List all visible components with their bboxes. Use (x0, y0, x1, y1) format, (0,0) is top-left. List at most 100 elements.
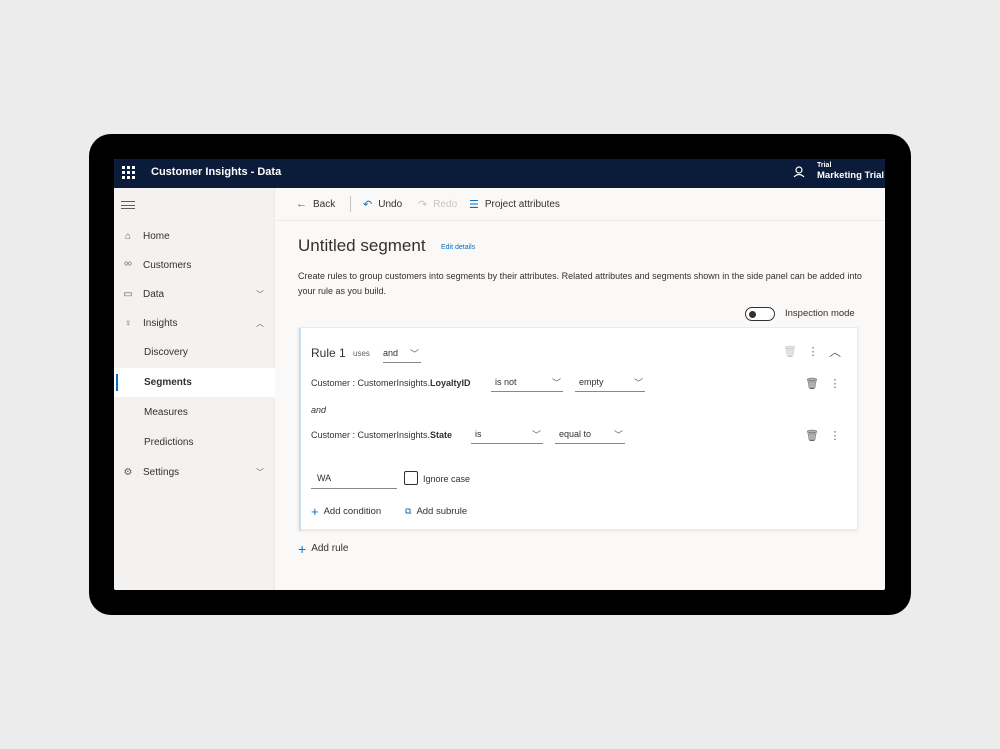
customers-icon: ᵒᵒ (124, 260, 132, 271)
plus-icon: + (311, 503, 319, 519)
condition-more-icon[interactable]: ⋮ (829, 378, 841, 390)
condition-value-dropdown[interactable]: empty ﹀ (575, 377, 645, 392)
inspection-mode-label: Inspection mode (785, 308, 855, 319)
add-subrule-button[interactable]: ⧉ Add subrule (405, 506, 467, 517)
sidebar-item-label: Settings (143, 467, 180, 478)
app-title: Customer Insights - Data (151, 166, 282, 178)
sidebar-item-predictions[interactable]: Predictions (114, 428, 275, 457)
add-condition-label: Add condition (323, 506, 382, 517)
sidebar-item-label: Insights (143, 318, 178, 329)
project-attributes-label: Project attributes (484, 199, 560, 210)
condition-value: equal to (559, 429, 592, 439)
home-icon: ⌂ (124, 231, 132, 242)
sidebar-item-label: Customers (143, 260, 192, 271)
project-attributes-button[interactable]: ☰ Project attributes (469, 198, 560, 211)
redo-icon: ↷ (418, 199, 428, 211)
sidebar-item-label: Segments (144, 377, 192, 388)
delete-condition-icon[interactable]: 🗑 (805, 378, 819, 390)
rule-title: Rule 1 (311, 346, 346, 360)
sidebar-item-settings[interactable]: ⚙ Settings ﹀ (114, 458, 275, 487)
condition-operator-dropdown[interactable]: is not ﹀ (491, 377, 563, 392)
gear-icon: ⚙ (123, 467, 133, 478)
add-condition-button[interactable]: + Add condition (311, 503, 382, 519)
condition-operator-value: is (475, 429, 482, 439)
undo-label: Undo (378, 199, 403, 210)
arrow-left-icon: ← (296, 198, 307, 210)
environment-icon[interactable] (792, 165, 806, 179)
command-bar: ← Back ↶ Undo ↷ Redo ☰ Project attribute… (276, 188, 885, 221)
main-content: Untitled segment Edit details Create rul… (276, 222, 885, 590)
condition-operator-dropdown[interactable]: is ﹀ (471, 429, 543, 444)
app-launcher-icon[interactable] (120, 164, 136, 180)
ignore-case-label: Ignore case (423, 474, 471, 484)
delete-rule-icon[interactable]: 🗑 (783, 346, 797, 358)
chevron-down-icon: ﹀ (256, 290, 264, 299)
condition-value-dropdown[interactable]: equal to ﹀ (555, 429, 625, 444)
toolbar-divider (350, 196, 351, 212)
lightbulb-icon: ♀ (124, 318, 132, 329)
chevron-down-icon: ﹀ (531, 430, 541, 440)
more-options-icon[interactable]: ⋮ (807, 346, 819, 358)
sidebar-item-insights[interactable]: ♀ Insights ︿ (114, 309, 275, 338)
sidebar-item-segments[interactable]: Segments (114, 368, 275, 397)
undo-icon: ↶ (363, 199, 373, 211)
page-title: Untitled segment (298, 236, 426, 255)
subrule-icon: ⧉ (405, 506, 412, 516)
sidebar-item-home[interactable]: ⌂ Home (114, 222, 275, 251)
page-description: Create rules to group customers into seg… (298, 271, 862, 296)
back-button[interactable]: ← Back (296, 198, 335, 210)
rule-operator-value: and (383, 348, 399, 358)
redo-label: Redo (433, 199, 458, 210)
condition-attribute: Customer : CustomerInsights.State (311, 430, 452, 440)
rule-card: Rule 1 uses and ﹀ 🗑 ⋮ ︿ Customer : Custo… (298, 327, 858, 531)
sidebar-item-label: Predictions (144, 437, 194, 448)
sidebar-item-discovery[interactable]: Discovery (114, 338, 275, 367)
chevron-down-icon: ﹀ (613, 430, 623, 440)
condition-prefix: Customer : CustomerInsights. (311, 430, 431, 440)
edit-details-link[interactable]: Edit details (441, 244, 475, 251)
condition-value-input[interactable]: WA (311, 469, 397, 489)
undo-button[interactable]: ↶ Undo (363, 198, 402, 211)
hamburger-menu-icon[interactable] (121, 201, 135, 209)
condition-operator-value: is not (495, 377, 517, 387)
chevron-down-icon: ﹀ (409, 349, 419, 359)
condition-prefix: Customer : CustomerInsights. (311, 378, 431, 388)
sidebar-item-label: Data (143, 289, 165, 300)
environment-switcher[interactable]: Trial Marketing Trial (817, 161, 884, 181)
ignore-case-checkbox[interactable] (404, 471, 418, 485)
back-label: Back (313, 198, 336, 210)
sidebar-item-label: Home (143, 231, 170, 242)
add-rule-label: Add rule (311, 543, 349, 554)
data-icon: ▭ (123, 289, 133, 300)
redo-button[interactable]: ↷ Redo (418, 198, 457, 211)
delete-condition-icon[interactable]: 🗑 (805, 430, 819, 442)
plus-icon: + (298, 540, 307, 557)
sidebar-item-label: Measures (144, 407, 188, 418)
sidebar: ⌂ Home ᵒᵒ Customers ▭ Data ﹀ ♀ Insights … (114, 188, 275, 590)
project-attributes-icon: ☰ (469, 199, 479, 211)
chevron-down-icon: ﹀ (633, 378, 643, 388)
chevron-up-icon: ︿ (256, 319, 264, 328)
condition-attribute: Customer : CustomerInsights.LoyaltyID (311, 378, 471, 388)
add-rule-button[interactable]: + Add rule (298, 540, 349, 557)
uses-label: uses (353, 349, 370, 358)
inspection-mode-toggle[interactable] (745, 307, 775, 321)
condition-value: empty (579, 377, 604, 387)
add-subrule-label: Add subrule (416, 506, 468, 517)
condition-more-icon[interactable]: ⋮ (829, 430, 841, 442)
collapse-icon[interactable]: ︿ (829, 346, 841, 358)
environment-name: Marketing Trial (817, 170, 885, 181)
chevron-down-icon: ﹀ (551, 378, 561, 388)
and-connector: and (311, 405, 327, 415)
condition-attribute-name: State (430, 430, 453, 440)
sidebar-item-measures[interactable]: Measures (114, 398, 275, 427)
sidebar-item-customers[interactable]: ᵒᵒ Customers (114, 251, 275, 280)
app-screen: Customer Insights - Data Trial Marketing… (114, 159, 885, 590)
condition-attribute-name: LoyaltyID (430, 378, 471, 388)
top-bar: Customer Insights - Data Trial Marketing… (114, 159, 885, 188)
sidebar-item-data[interactable]: ▭ Data ﹀ (114, 280, 275, 309)
chevron-down-icon: ﹀ (256, 468, 264, 477)
sidebar-item-label: Discovery (144, 347, 188, 358)
rule-operator-dropdown[interactable]: and ﹀ (383, 348, 421, 363)
toggle-knob (749, 310, 756, 318)
